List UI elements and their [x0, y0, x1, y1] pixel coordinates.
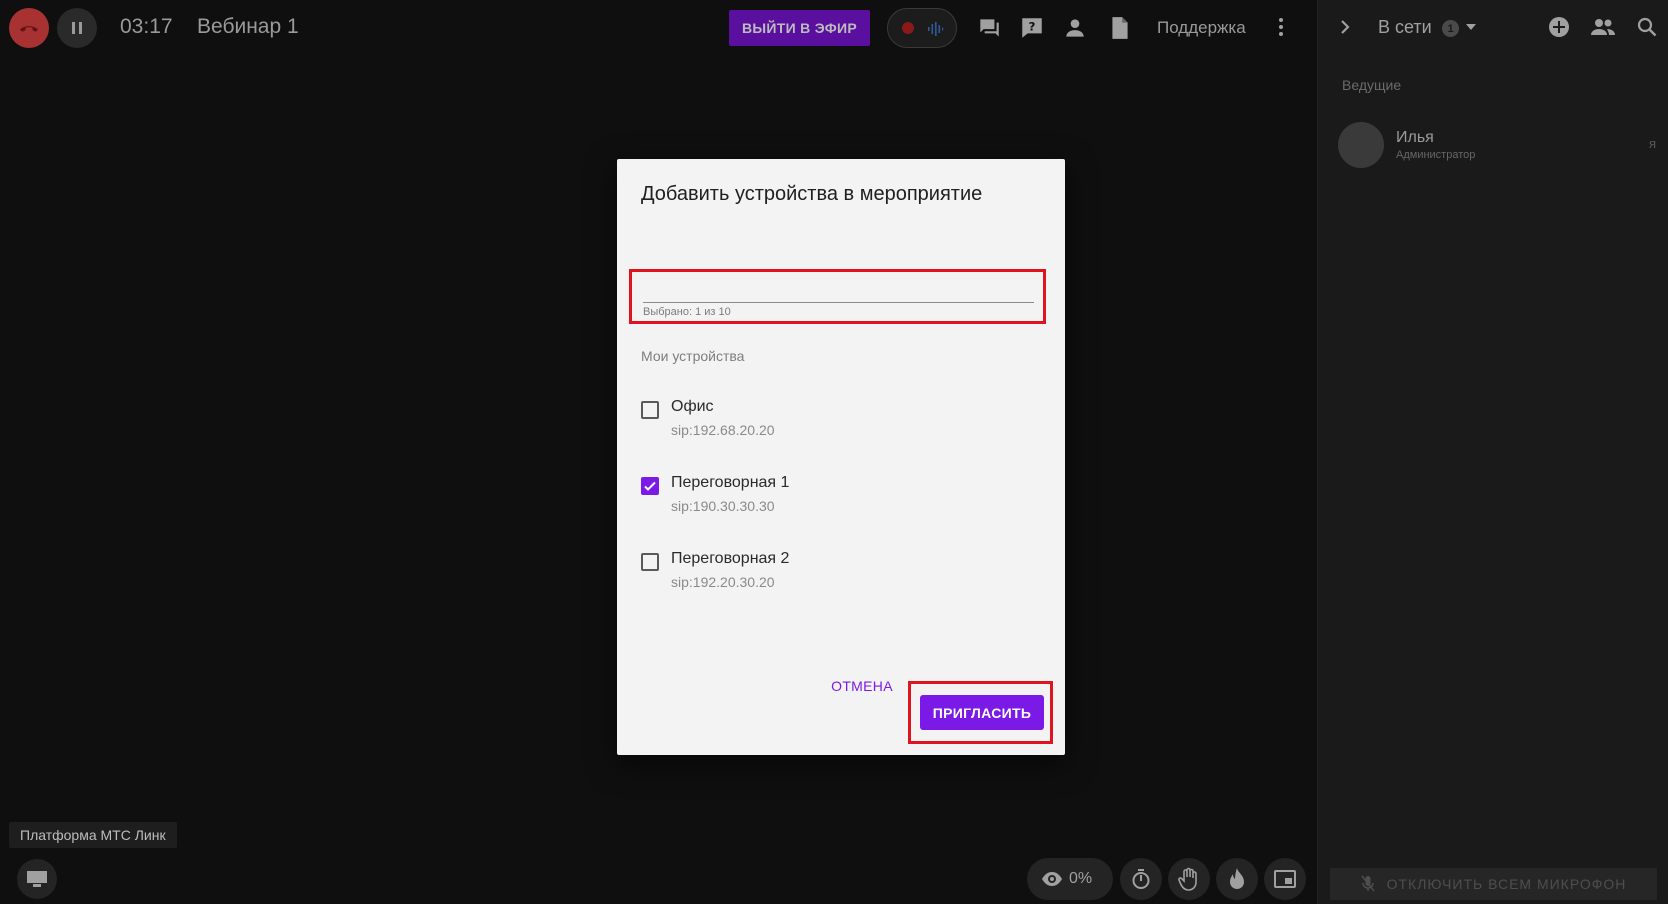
invite-button[interactable]: ПРИГЛАСИТЬ — [920, 695, 1044, 730]
pause-button[interactable] — [57, 8, 97, 48]
eye-icon — [1042, 872, 1062, 886]
add-devices-dialog: Добавить устройства в мероприятие Выбран… — [617, 159, 1065, 755]
online-label[interactable]: В сети — [1378, 17, 1432, 38]
pause-icon — [72, 22, 82, 34]
fire-icon — [1230, 868, 1244, 889]
participant-name: Илья — [1396, 129, 1434, 146]
screen-share-button[interactable] — [17, 859, 57, 899]
event-title: Вебинар 1 — [197, 15, 299, 38]
device-item[interactable]: Офис sip:192.68.20.20 — [641, 394, 1041, 446]
selected-count: Выбрано: 1 из 10 — [643, 306, 731, 318]
device-name: Переговорная 1 — [671, 474, 790, 491]
go-live-button[interactable]: ВЫЙТИ В ЭФИР — [729, 10, 870, 46]
raise-hand-button[interactable] — [1168, 858, 1210, 900]
mute-all-button[interactable]: ОТКЛЮЧИТЬ ВСЕМ МИКРОФОН — [1330, 868, 1657, 900]
device-address: sip:192.68.20.20 — [671, 422, 775, 438]
record-dot-icon — [902, 22, 914, 34]
participant-role: Администратор — [1396, 149, 1476, 161]
cancel-button[interactable]: ОТМЕНА — [822, 671, 902, 701]
platform-tooltip: Платформа МТС Линк — [9, 822, 177, 848]
device-item[interactable]: Переговорная 2 sip:192.20.30.20 — [641, 546, 1041, 598]
phone-hangup-icon — [20, 26, 38, 32]
participant-me-label: я — [1648, 136, 1656, 151]
device-address: sip:192.20.30.20 — [671, 574, 775, 590]
participants-panel: В сети 1 Ведущие Илья Администратор я ОТ… — [1317, 0, 1668, 904]
reactions-button[interactable] — [1216, 858, 1258, 900]
hand-icon — [1178, 867, 1197, 891]
more-vert-icon[interactable] — [1278, 15, 1284, 39]
device-checkbox[interactable] — [641, 553, 659, 571]
viewers-percent: 0% — [1069, 870, 1093, 887]
support-link[interactable]: Поддержка — [1157, 18, 1246, 38]
event-timer: 03:17 — [120, 15, 173, 38]
my-devices-label: Мои устройства — [641, 348, 745, 364]
device-name: Переговорная 2 — [671, 550, 790, 567]
document-icon[interactable] — [1107, 15, 1133, 41]
participant-item[interactable]: Илья Администратор я — [1338, 120, 1658, 170]
layout-button[interactable] — [1264, 858, 1306, 900]
dialog-title: Добавить устройства в мероприятие — [641, 183, 983, 205]
device-selector-field[interactable]: Выбрано: 1 из 10 — [629, 269, 1046, 324]
invite-highlight: ПРИГЛАСИТЬ — [908, 681, 1053, 744]
people-icon[interactable] — [1590, 16, 1616, 38]
panel-header: В сети 1 — [1318, 0, 1668, 56]
device-name: Офис — [671, 398, 714, 415]
device-checkbox[interactable] — [641, 401, 659, 419]
device-item[interactable]: Переговорная 1 sip:190.30.30.30 — [641, 470, 1041, 522]
online-count-badge: 1 — [1442, 20, 1459, 37]
timer-button[interactable] — [1120, 858, 1162, 900]
chat-icon[interactable] — [976, 15, 1002, 41]
check-icon — [644, 481, 656, 491]
record-audio-toggle[interactable] — [887, 8, 957, 48]
monitor-icon — [27, 871, 47, 887]
stopwatch-icon — [1132, 869, 1150, 889]
svg-text:?: ? — [1029, 20, 1036, 34]
main-stage: 03:17 Вебинар 1 ВЫЙТИ В ЭФИР ? Поддержка… — [0, 0, 1317, 904]
chevron-right-icon[interactable] — [1338, 17, 1352, 37]
picture-in-picture-icon — [1274, 870, 1296, 888]
search-icon[interactable] — [1636, 16, 1658, 38]
question-icon[interactable]: ? — [1019, 15, 1045, 41]
viewers-indicator[interactable]: 0% — [1027, 858, 1113, 900]
caret-down-icon[interactable] — [1465, 22, 1477, 32]
device-address: sip:190.30.30.30 — [671, 498, 775, 514]
person-icon[interactable] — [1062, 15, 1088, 41]
hosts-section-label: Ведущие — [1342, 77, 1402, 93]
selector-underline — [643, 302, 1034, 303]
device-checkbox[interactable] — [641, 477, 659, 495]
add-circle-icon[interactable] — [1548, 16, 1570, 38]
top-toolbar: 03:17 Вебинар 1 ВЫЙТИ В ЭФИР ? Поддержка — [0, 0, 1317, 56]
hangup-button[interactable] — [9, 8, 49, 48]
audio-wave-icon — [928, 22, 944, 36]
mic-off-icon — [1361, 875, 1375, 893]
avatar — [1338, 122, 1384, 168]
mute-all-label: ОТКЛЮЧИТЬ ВСЕМ МИКРОФОН — [1386, 876, 1627, 892]
